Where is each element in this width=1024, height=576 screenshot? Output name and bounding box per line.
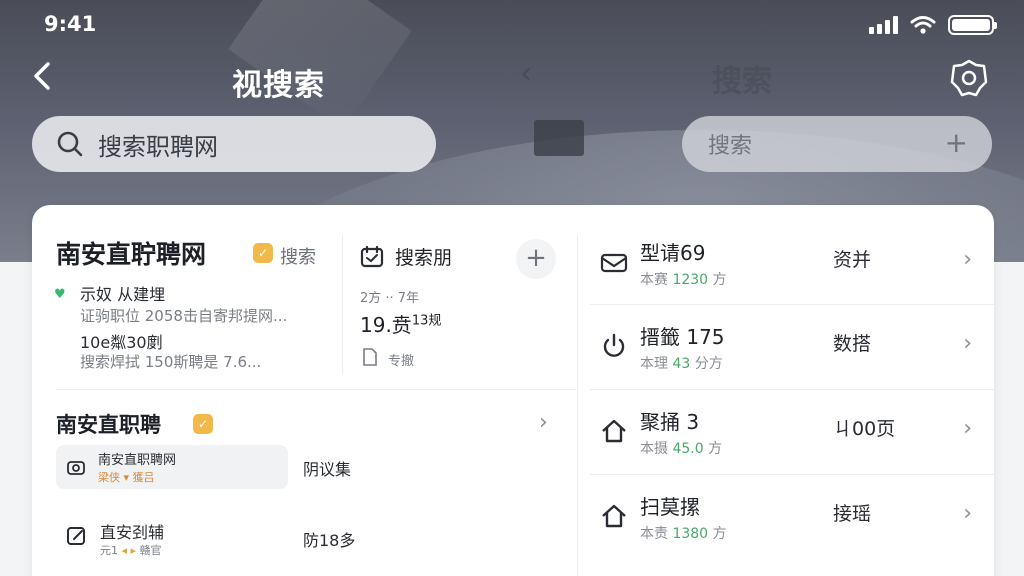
status-icons <box>869 15 997 35</box>
add-icon[interactable]: + <box>945 126 968 159</box>
search-input[interactable]: 搜索职聘网 <box>32 116 436 172</box>
chevron-right-icon: › <box>963 416 972 441</box>
wifi-icon <box>910 16 936 34</box>
row-sub-b: 45.0 <box>672 441 704 457</box>
calendar-icon <box>360 245 384 268</box>
row-value: 资并 <box>833 249 872 271</box>
chevron-left-icon <box>34 62 50 90</box>
row-sub-b: 1380 <box>672 526 709 542</box>
info-line-1: 示奴 从建埋 <box>80 285 166 304</box>
settings-button[interactable] <box>949 58 989 98</box>
row-sub: 本理 43 分方 <box>640 353 723 373</box>
item-sub-b: 獲吕 <box>132 471 155 484</box>
divider <box>56 389 576 390</box>
info-line-2: 证驹职位 2058击自寄邦提网... <box>80 307 288 325</box>
row-sub-b: 1230 <box>672 272 709 288</box>
list-item[interactable]: 扫莫摞 本责 1380 方 接瑶 › <box>597 475 994 559</box>
row-value: 数搭 <box>833 333 872 355</box>
status-time: 9:41 <box>44 12 97 36</box>
status-line: ♥ <box>54 283 66 302</box>
power-icon <box>603 333 625 357</box>
row-title: 型请69 <box>640 241 706 265</box>
item-sub: 元1 ◂ ▸ 赣官 <box>100 544 162 557</box>
info-line-4: 搜索焊拭 150斯聘是 7.6... <box>80 353 262 371</box>
signal-icon <box>869 16 898 34</box>
heart-icon: ♥ <box>54 287 66 302</box>
row-title: 扫莫摞 <box>640 495 700 519</box>
card-title: 南安直聍聘网 <box>56 240 207 269</box>
row-sub: 本摄 45.0 方 <box>640 438 722 458</box>
chevron-right-icon: › <box>963 247 972 272</box>
search-secondary[interactable]: 搜索 + <box>682 116 992 172</box>
item-sub-a: 元1 <box>100 544 118 557</box>
item-sub: 梁侠 ▾ 獲吕 <box>98 471 155 484</box>
results-card: 南安直聍聘网 ✓ 搜索 ♥ 示奴 从建埋 证驹职位 2058击自寄邦提网... … <box>32 205 994 576</box>
mid-value-sup: 13规 <box>411 313 442 329</box>
building-graphic <box>534 120 584 156</box>
item-sub-b: 赣官 <box>139 544 162 557</box>
ghost-back-icon: ‹ <box>520 56 532 91</box>
document-icon <box>363 348 377 366</box>
item-title: 南安直职聘网 <box>98 453 177 468</box>
row-title: 聚捅 3 <box>640 410 700 434</box>
item-title[interactable]: 直安刭辅 <box>100 519 164 543</box>
tag-badge-icon: ✓ <box>253 243 273 263</box>
row-sub-a: 本理 <box>640 356 668 372</box>
camera-icon <box>67 461 85 475</box>
row-sub: 本责 1380 方 <box>640 523 727 543</box>
mid-value-number: 19.贲 <box>360 313 412 337</box>
row-sub: 本赛 1230 方 <box>640 269 727 289</box>
back-button[interactable] <box>30 58 60 98</box>
row-title: 搢籤 175 <box>640 325 725 349</box>
info-line-3: 10e粼30剫 <box>80 333 163 352</box>
row-value: ㄐ00页 <box>833 418 896 440</box>
chevron-right-icon: › <box>963 501 972 526</box>
page-title: 视搜索 <box>232 68 325 103</box>
row-sub-b: 43 <box>672 356 691 372</box>
card-tag: 搜索 <box>280 247 316 268</box>
mid-meta: 2方 ·· 7年 <box>360 291 420 306</box>
list-item[interactable]: 型请69 本赛 1230 方 资并 › <box>597 221 994 305</box>
search-label: 搜索职聘网 <box>98 132 218 161</box>
search-secondary-label: 搜索 <box>708 134 753 159</box>
mid-title: 搜索朋 <box>395 247 453 269</box>
row-sub-c: 分方 <box>694 356 723 372</box>
chevron-right-icon[interactable]: › <box>539 410 548 435</box>
section-badge-icon: ✓ <box>193 414 213 434</box>
mid-link[interactable]: 专撤 <box>388 350 414 369</box>
battery-icon <box>948 15 997 35</box>
edit-icon <box>67 527 85 545</box>
add-button[interactable]: + <box>516 239 556 279</box>
search-icon <box>57 131 83 157</box>
divider <box>577 235 578 576</box>
item-sub-a: 梁侠 <box>98 471 120 484</box>
home-icon <box>602 504 626 528</box>
row-sub-a: 本赛 <box>640 272 668 288</box>
row-value: 接瑶 <box>833 503 872 525</box>
status-bar: 9:41 <box>0 0 1024 50</box>
mid-value: 19.贲13规 <box>360 309 441 338</box>
gear-icon <box>950 59 988 97</box>
divider <box>342 235 343 375</box>
item-right: 阴议集 <box>303 460 352 479</box>
section-title: 南安直职聘 <box>56 413 161 437</box>
list-item[interactable]: 聚捅 3 本摄 45.0 方 ㄐ00页 › <box>597 390 994 474</box>
row-sub-c: 方 <box>712 526 727 542</box>
home-icon <box>602 419 626 443</box>
item-right: 防18多 <box>303 531 356 550</box>
chevron-right-icon: › <box>963 331 972 356</box>
mail-box-icon <box>600 253 628 273</box>
row-sub-c: 方 <box>712 272 727 288</box>
list-item[interactable]: 南安直职聘网 梁侠 ▾ 獲吕 <box>56 445 288 489</box>
row-sub-a: 本责 <box>640 526 668 542</box>
list-item[interactable]: 搢籤 175 本理 43 分方 数搭 › <box>597 305 994 389</box>
ghost-title: 搜索 <box>712 64 772 99</box>
row-sub-a: 本摄 <box>640 441 668 457</box>
row-sub-c: 方 <box>708 441 723 457</box>
